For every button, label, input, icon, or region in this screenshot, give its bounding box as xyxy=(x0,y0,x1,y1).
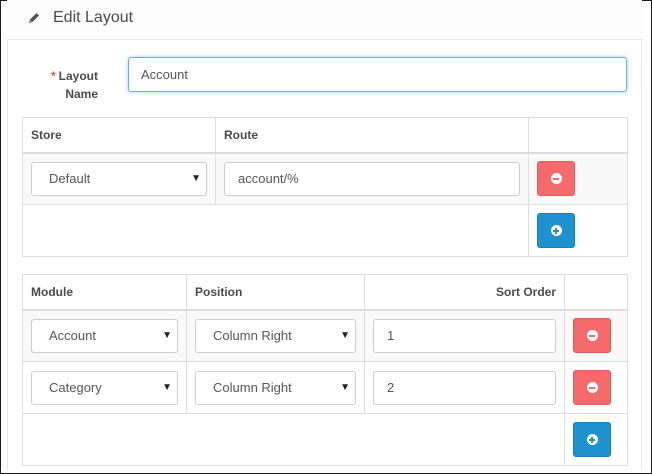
route-footer-action-cell xyxy=(528,204,628,257)
module-footer-action-cell xyxy=(564,413,628,466)
route-row-route-cell: account/% xyxy=(215,152,529,205)
module-column-header: Module xyxy=(22,274,187,310)
module-footer-spacer xyxy=(22,413,565,466)
store-select-value: Default xyxy=(49,170,91,186)
remove-module-button[interactable] xyxy=(573,318,611,354)
route-row-store-cell: Default ▼ xyxy=(22,152,216,205)
module-row: Category ▼ Column Right ▼ 2 xyxy=(22,361,628,414)
layout-name-input[interactable]: Account xyxy=(128,57,627,92)
store-select[interactable]: Default ▼ xyxy=(31,161,207,196)
plus-circle-icon xyxy=(586,434,598,445)
module-cell: Account ▼ xyxy=(22,309,187,362)
sort-order-cell: 1 xyxy=(364,309,565,362)
plus-circle-icon xyxy=(550,225,562,236)
route-input[interactable]: account/% xyxy=(224,161,520,196)
module-select-value: Category xyxy=(49,379,102,395)
pencil-icon xyxy=(29,13,39,23)
module-action-column-header xyxy=(564,274,628,310)
add-module-button[interactable] xyxy=(573,422,611,457)
position-select[interactable]: Column Right ▼ xyxy=(195,370,356,405)
module-table: Module Position Sort Order Account ▼ Col… xyxy=(22,274,628,466)
module-cell: Category ▼ xyxy=(22,361,187,414)
caret-down-icon: ▼ xyxy=(162,329,172,341)
position-cell: Column Right ▼ xyxy=(186,309,365,362)
module-row: Account ▼ Column Right ▼ 1 xyxy=(22,309,628,362)
layout-name-label-text: Layout Name xyxy=(58,69,98,101)
route-footer-row xyxy=(22,204,628,257)
remove-module-button[interactable] xyxy=(573,370,611,405)
sort-order-column-header: Sort Order xyxy=(364,274,565,310)
caret-down-icon: ▼ xyxy=(340,329,350,341)
module-action-cell xyxy=(564,309,628,362)
route-row: Default ▼ account/% xyxy=(22,152,628,205)
sort-order-input[interactable]: 2 xyxy=(373,370,556,405)
module-select[interactable]: Account ▼ xyxy=(31,318,178,353)
module-footer-row xyxy=(22,413,628,466)
sort-order-cell: 2 xyxy=(364,361,565,414)
page-title: Edit Layout xyxy=(53,9,134,26)
position-column-header: Position xyxy=(186,274,365,310)
add-route-button[interactable] xyxy=(537,213,575,248)
caret-down-icon: ▼ xyxy=(340,381,350,393)
store-column-header: Store xyxy=(22,117,216,153)
route-row-action-cell xyxy=(528,152,628,205)
route-action-column-header xyxy=(528,117,628,153)
sort-order-input[interactable]: 1 xyxy=(373,318,556,353)
minus-circle-icon xyxy=(586,382,598,393)
layout-name-label: * Layout Name xyxy=(30,67,98,103)
required-marker: * xyxy=(50,69,56,83)
route-footer-spacer xyxy=(22,204,529,257)
minus-circle-icon xyxy=(586,330,598,342)
caret-down-icon: ▼ xyxy=(191,172,201,184)
route-column-header: Route xyxy=(215,117,529,153)
position-select-value: Column Right xyxy=(213,379,292,395)
module-select-value: Account xyxy=(49,327,96,343)
minus-circle-icon xyxy=(550,173,562,185)
position-select[interactable]: Column Right ▼ xyxy=(195,318,356,353)
module-select[interactable]: Category ▼ xyxy=(31,370,178,405)
route-table: Store Route Default ▼ account/% xyxy=(22,117,628,257)
remove-route-button[interactable] xyxy=(537,161,575,197)
position-cell: Column Right ▼ xyxy=(186,361,365,414)
caret-down-icon: ▼ xyxy=(162,381,172,393)
position-select-value: Column Right xyxy=(213,327,292,343)
module-action-cell xyxy=(564,361,628,414)
